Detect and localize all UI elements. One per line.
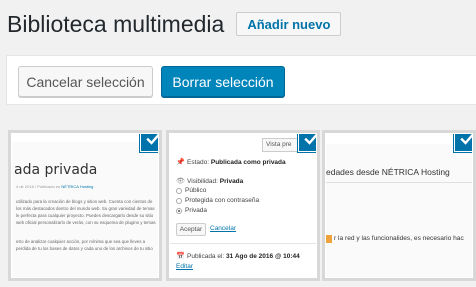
media-tile[interactable]: Vista pre 📌 Estado: Publicada como priva…	[170, 134, 316, 277]
radio-option: Público	[176, 187, 206, 194]
thumbnail-title: ada privada	[14, 162, 98, 178]
published-row: 📅 Publicada el: 31 Ago de 2016 @ 10:44	[176, 252, 300, 261]
thumbnail-text: r la red y las funcionalides, es necesar…	[334, 235, 464, 242]
thumbnail-topbar	[12, 134, 158, 142]
cancel-selection-button[interactable]: Cancelar selección	[18, 66, 153, 97]
meta-text: 4 de 2016 / Publicado en	[16, 184, 61, 189]
thumbnail: Vista pre 📌 Estado: Publicada como priva…	[170, 134, 316, 277]
meta-link: NÉTRICA Hosting	[61, 184, 94, 189]
divider	[170, 243, 316, 244]
thumbnail-paragraph: etro de analizar cualquier acción, por m…	[16, 239, 153, 251]
calendar-icon: 📅	[176, 253, 185, 260]
status-label: Estado:	[187, 158, 210, 166]
thumbnail-paragraph: utilizado para la creación de blogs y si…	[16, 199, 156, 225]
page-title: Biblioteca multimedia	[7, 10, 225, 37]
visibility-label: Visibilidad:	[187, 177, 218, 185]
status-value: Publicada como privada	[210, 158, 286, 166]
media-tile[interactable]: ada privada 4 de 2016 / Publicado en NÉT…	[12, 134, 158, 277]
thumbnail-topbar	[326, 134, 472, 144]
radio-label: Privada	[185, 207, 208, 214]
thumbnail-meta: 4 de 2016 / Publicado en NÉTRICA Hosting	[16, 184, 93, 189]
pin-icon: 📌	[176, 159, 185, 166]
add-new-button[interactable]: Añadir nuevo	[236, 12, 342, 36]
selected-check-icon[interactable]	[299, 134, 316, 151]
published-label: Publicada el:	[187, 252, 225, 260]
media-tile[interactable]: edades desde NÉTRICA Hosting r la red y …	[326, 134, 472, 277]
published-value: 31 Ago de 2016 @ 10:44	[226, 252, 300, 260]
divider	[326, 182, 472, 183]
radio-option: Protegida con contraseña	[176, 197, 259, 204]
radio-icon	[176, 197, 182, 204]
status-row: 📌 Estado: Publicada como privada	[176, 158, 286, 167]
selected-check-icon[interactable]	[455, 134, 472, 151]
bulk-select-toolbar: Cancelar selección Borrar selección	[6, 55, 476, 105]
edit-link: Editar	[176, 263, 193, 270]
eye-icon: 👁	[176, 178, 185, 185]
radio-label: Público	[185, 187, 207, 194]
thumbnail-title: edades desde NÉTRICA Hosting	[326, 167, 450, 177]
radio-icon	[176, 187, 182, 194]
thumbnail: ada privada 4 de 2016 / Publicado en NÉT…	[12, 134, 158, 277]
radio-label: Protegida con contraseña	[185, 197, 260, 204]
visibility-value: Privada	[219, 177, 244, 185]
highlight-marker	[326, 235, 332, 243]
radio-selected-icon	[176, 207, 182, 214]
radio-option: Privada	[176, 207, 207, 214]
thumbnail: edades desde NÉTRICA Hosting r la red y …	[326, 134, 472, 277]
selected-check-icon[interactable]	[141, 134, 158, 151]
cancel-link: Cancelar	[210, 225, 237, 232]
page-header: Biblioteca multimedia Añadir nuevo	[7, 9, 342, 39]
delete-selection-button[interactable]: Borrar selección	[161, 66, 285, 97]
accept-button: Aceptar	[176, 223, 206, 236]
visibility-row: 👁 Visibilidad: Privada	[176, 177, 244, 186]
